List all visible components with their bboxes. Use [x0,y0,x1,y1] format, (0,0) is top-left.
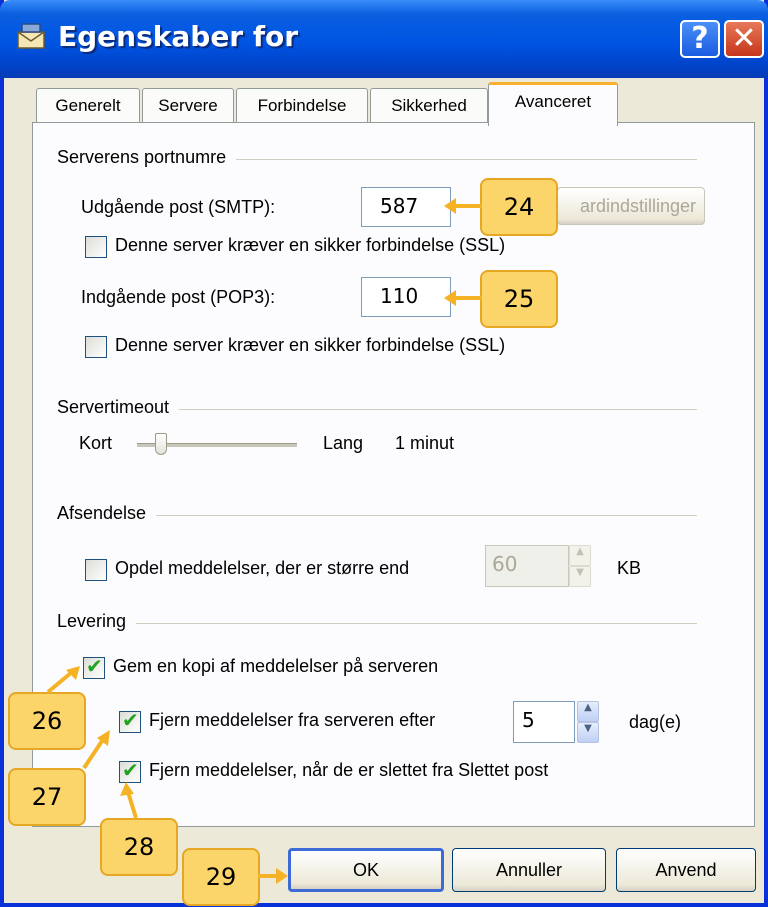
arrow-up-icon [120,782,138,819]
email-account-icon [17,23,45,49]
callout-24: 24 [480,178,558,236]
pop3-ssl-checkbox[interactable] [85,336,107,358]
remove-deleted-checkbox[interactable]: ✔ [119,758,141,783]
days-unit-label: dag(e) [629,712,682,732]
checkmark-icon: ✔ [86,654,103,678]
pop3-label: Indgående post (POP3): [81,287,276,307]
callout-29: 29 [182,848,260,906]
arrow-up-right-icon [82,730,110,770]
arrow-up-right-icon [46,666,80,694]
advanced-panel: Serverens portnumre Udgående post (SMTP)… [32,122,755,827]
timeout-value-label: 1 minut [395,433,455,453]
split-size-input[interactable]: 60 [485,545,569,587]
defaults-button[interactable]: ardindstillinger [557,187,705,225]
timeout-long-label: Lang [323,433,364,453]
callout-25: 25 [480,270,558,328]
days-input[interactable]: 5 [513,701,575,743]
delivery-group-line [57,623,697,624]
timeout-group-title: Servertimeout [57,397,180,418]
delivery-group-title: Levering [57,611,137,632]
smtp-ssl-label: Denne server kræver en sikker forbindels… [115,235,506,255]
apply-button[interactable]: Anvend [616,848,756,892]
arrow-left-icon [444,290,482,306]
ok-button[interactable]: OK [288,848,444,892]
sending-group-title: Afsendelse [57,503,157,524]
window-title: Egenskaber for [58,20,299,53]
cancel-button[interactable]: Annuller [452,848,606,892]
smtp-label: Udgående post (SMTP): [81,197,276,217]
timeout-short-label: Kort [79,433,113,453]
keep-copy-checkbox[interactable]: ✔ [83,654,105,679]
spin-down-icon[interactable]: ▼ [569,566,591,587]
split-size-spinner[interactable]: ▲ ▼ [569,545,591,587]
checkmark-icon: ✔ [122,708,139,732]
spin-down-icon[interactable]: ▼ [577,722,599,743]
arrow-left-icon [444,198,482,214]
callout-26: 26 [8,692,86,750]
tab-sikkerhed[interactable]: Sikkerhed [370,88,488,124]
pop3-port-input[interactable]: 110 [361,277,451,317]
timeout-slider-thumb[interactable] [155,433,167,455]
title-bar[interactable]: Egenskaber for ? ✕ [0,0,768,78]
split-unit-label: KB [617,558,642,578]
days-spinner[interactable]: ▲ ▼ [577,701,599,743]
smtp-ssl-checkbox[interactable] [85,236,107,258]
checkmark-icon: ✔ [122,758,139,782]
split-messages-checkbox[interactable] [85,559,107,581]
split-messages-label: Opdel meddelelser, der er større end [115,558,410,578]
smtp-port-input[interactable]: 587 [361,187,451,227]
remove-after-checkbox[interactable]: ✔ [119,708,141,733]
arrow-right-icon [258,868,288,884]
remove-deleted-label: Fjern meddelelser, når de er slettet fra… [149,760,549,780]
ports-group-title: Serverens portnumre [57,147,237,168]
help-button[interactable]: ? [680,20,720,58]
tab-forbindelse[interactable]: Forbindelse [236,88,368,124]
callout-28: 28 [100,818,178,876]
tab-servere[interactable]: Servere [142,88,234,124]
tab-avanceret[interactable]: Avanceret [488,82,618,126]
close-button[interactable]: ✕ [724,20,764,58]
tab-generelt[interactable]: Generelt [36,88,140,124]
spin-up-icon[interactable]: ▲ [569,545,591,566]
pop3-ssl-label: Denne server kræver en sikker forbindels… [115,335,506,355]
spin-up-icon[interactable]: ▲ [577,701,599,722]
callout-27: 27 [8,768,86,826]
keep-copy-label: Gem en kopi af meddelelser på serveren [113,656,439,676]
remove-after-label: Fjern meddelelser fra serveren efter [149,710,436,730]
